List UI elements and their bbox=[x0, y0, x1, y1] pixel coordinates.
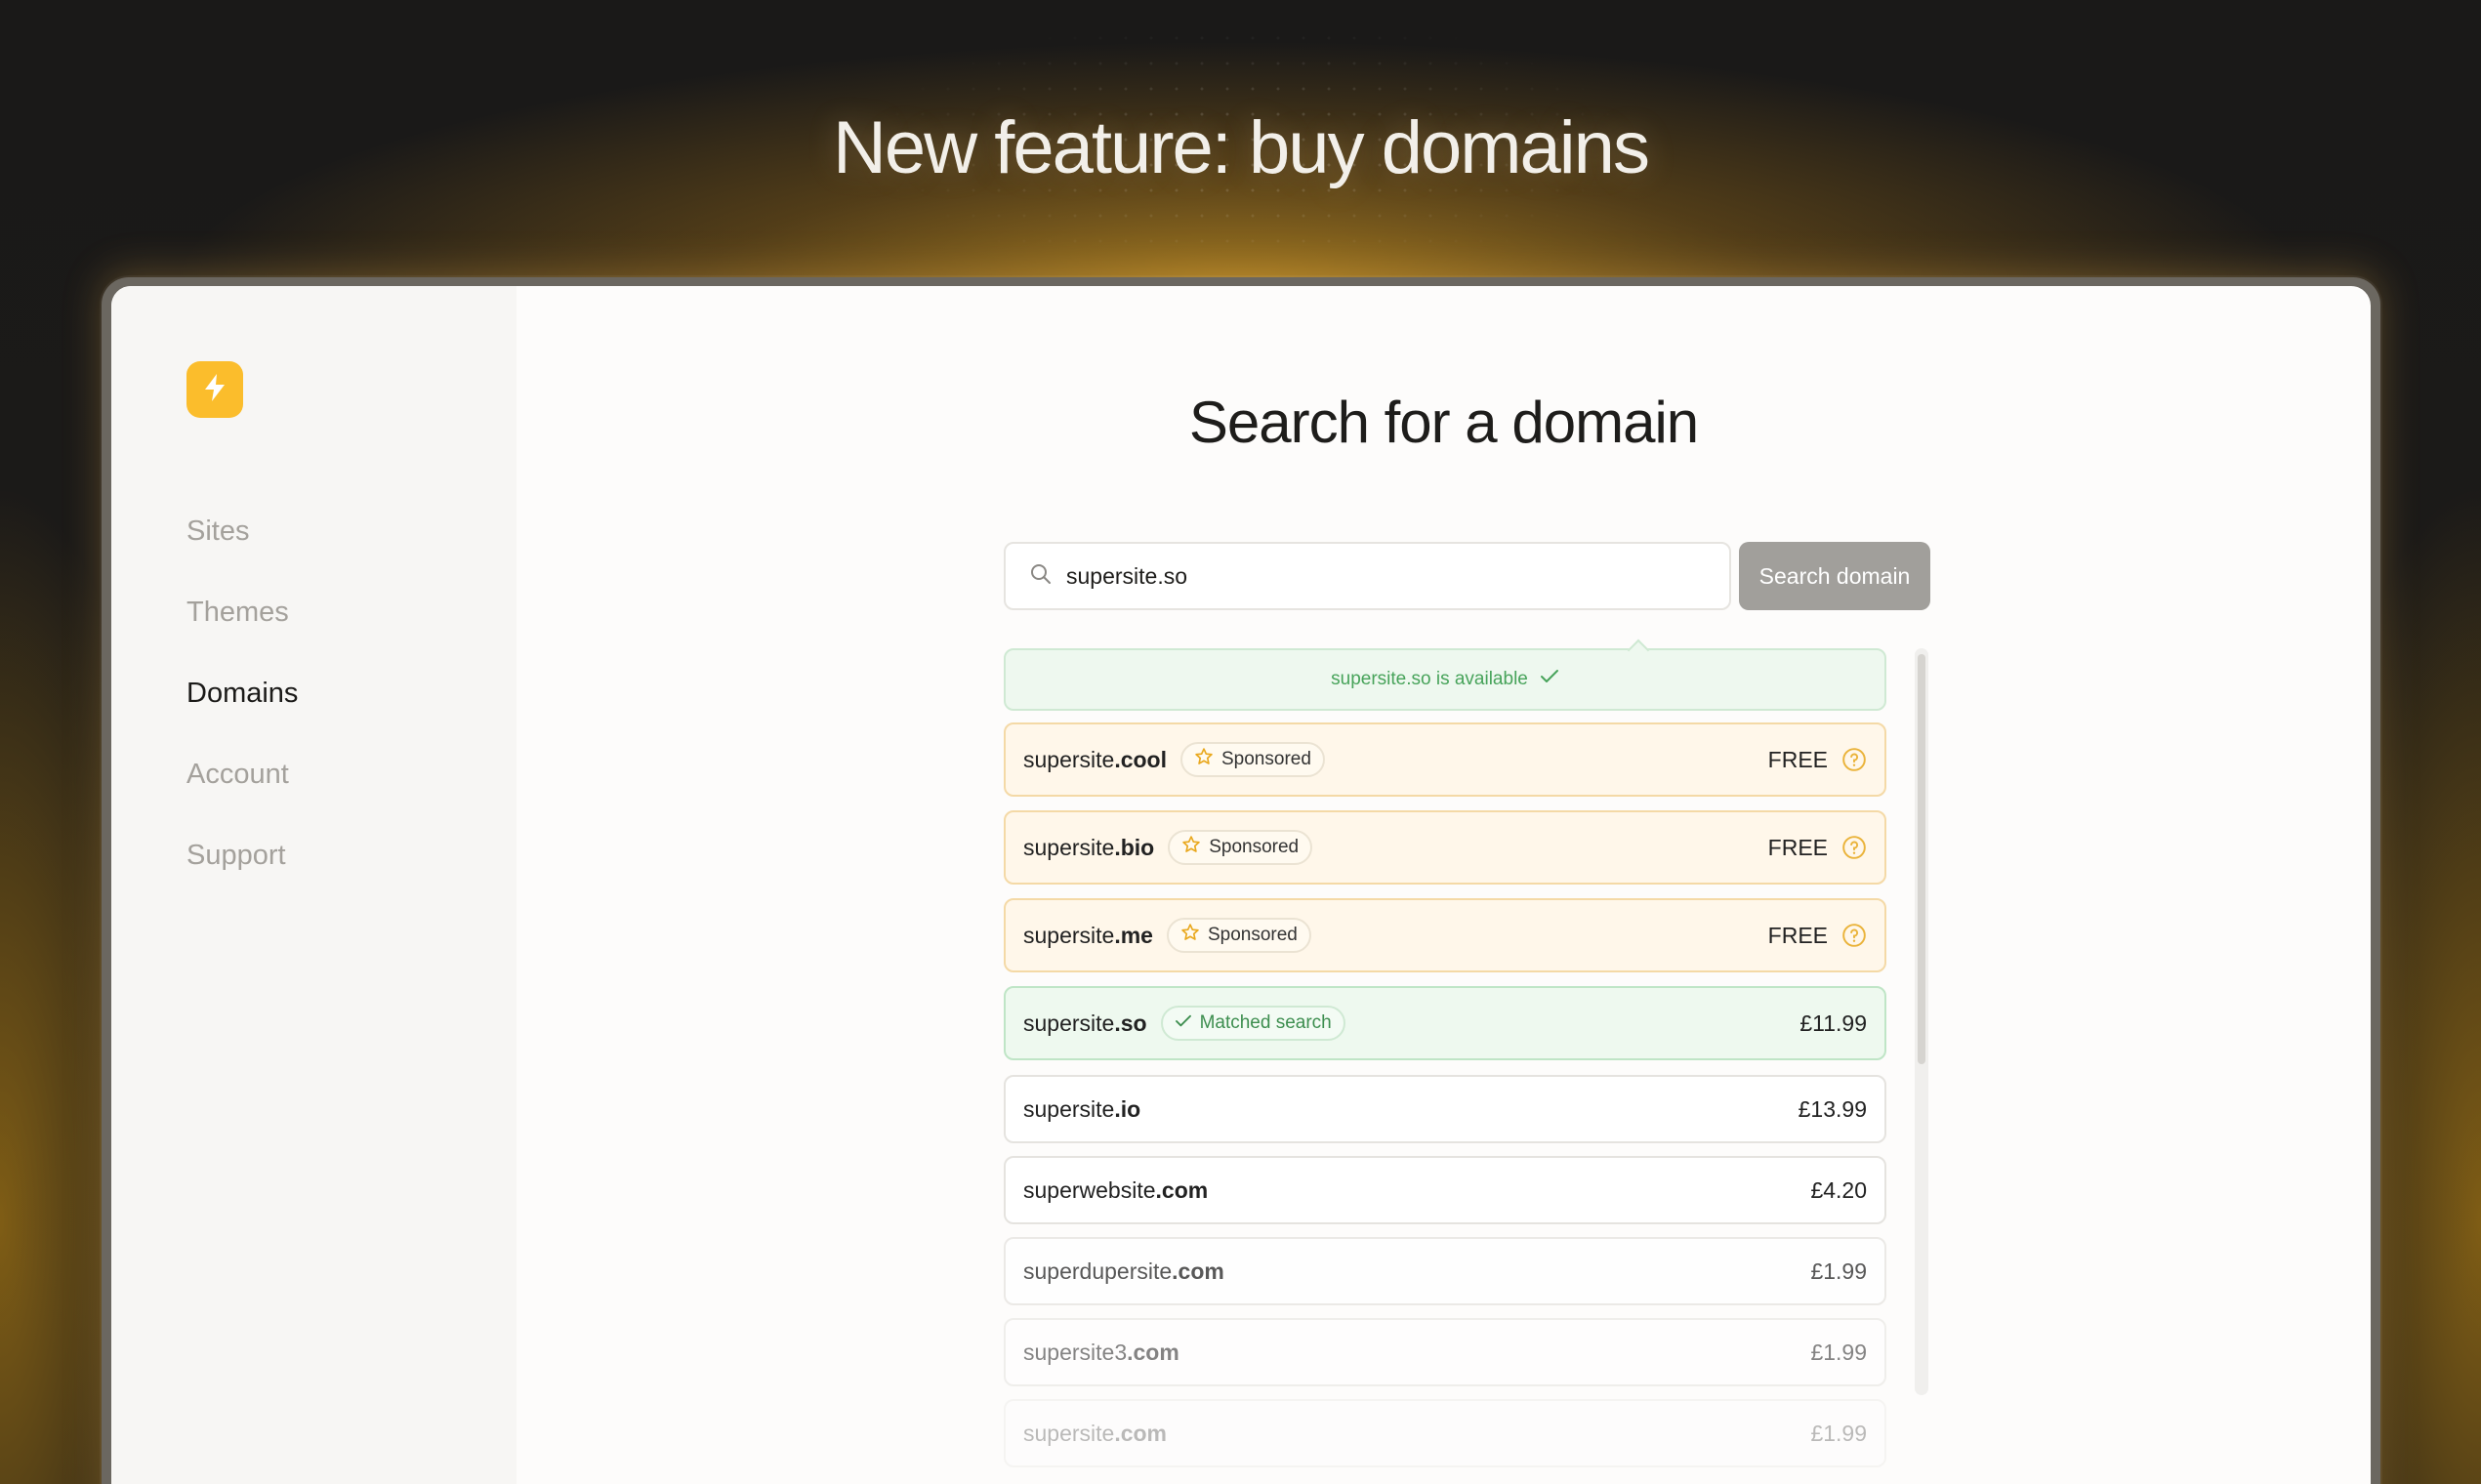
page-title: Search for a domain bbox=[1188, 390, 1699, 455]
domain-name: supersite.bio bbox=[1023, 834, 1155, 860]
domain-result-row[interactable]: supersite.io £13.99 bbox=[1004, 1075, 1886, 1143]
search-icon bbox=[1029, 562, 1053, 591]
domain-result-row[interactable]: supersite3.com £1.99 bbox=[1004, 1318, 1886, 1386]
domain-name: supersite.io bbox=[1023, 1095, 1141, 1122]
domain-result-row[interactable]: supersite.com £1.99 bbox=[1004, 1399, 1886, 1467]
app-logo[interactable] bbox=[186, 361, 243, 418]
sidebar-item-themes[interactable]: Themes bbox=[186, 597, 289, 629]
sidebar-item-support[interactable]: Support bbox=[186, 840, 286, 872]
star-icon bbox=[1181, 835, 1201, 860]
domain-result-row[interactable]: superwebsite.com £4.20 bbox=[1004, 1156, 1886, 1224]
availability-banner: supersite.so is available bbox=[1004, 648, 1886, 711]
page-headline: New feature: buy domains bbox=[833, 106, 1650, 189]
availability-text: supersite.so is available bbox=[1331, 669, 1528, 689]
domain-name: supersite.so bbox=[1023, 1010, 1147, 1036]
sidebar-item-domains[interactable]: Domains bbox=[186, 678, 298, 710]
domain-price: FREE bbox=[1767, 922, 1828, 948]
domain-price: FREE bbox=[1767, 746, 1828, 772]
domain-name: supersite3.com bbox=[1023, 1339, 1179, 1365]
domain-price: £13.99 bbox=[1798, 1095, 1867, 1122]
check-icon bbox=[1540, 669, 1559, 690]
results-scrollbar[interactable] bbox=[1915, 648, 1928, 1395]
domain-name: supersite.me bbox=[1023, 922, 1153, 948]
domain-search-input[interactable] bbox=[1066, 562, 1652, 590]
domain-name: supersite.cool bbox=[1023, 746, 1167, 772]
help-circle-icon[interactable] bbox=[1841, 835, 1867, 860]
domain-result-row[interactable]: supersite.me Sponsored FREE bbox=[1004, 898, 1886, 972]
domain-price: £4.20 bbox=[1810, 1176, 1867, 1203]
scrollbar-thumb[interactable] bbox=[1918, 654, 1925, 1064]
check-icon bbox=[1175, 1012, 1192, 1034]
domain-result-row[interactable]: supersite.cool Sponsored FREE bbox=[1004, 722, 1886, 797]
sponsored-badge: Sponsored bbox=[1168, 830, 1313, 865]
domain-result-row[interactable]: supersite.so Matched search £11.99 bbox=[1004, 986, 1886, 1060]
star-icon bbox=[1194, 747, 1214, 772]
lightning-icon bbox=[202, 373, 227, 407]
sponsored-badge: Sponsored bbox=[1180, 742, 1325, 777]
domain-price: £11.99 bbox=[1799, 1010, 1867, 1036]
domain-price: FREE bbox=[1767, 834, 1828, 860]
domain-name: supersite.com bbox=[1023, 1420, 1168, 1446]
search-box[interactable] bbox=[1004, 542, 1731, 610]
domain-result-row[interactable]: superdupersite.com £1.99 bbox=[1004, 1237, 1886, 1305]
matched-search-badge: Matched search bbox=[1160, 1006, 1345, 1041]
sidebar-item-account[interactable]: Account bbox=[186, 759, 289, 791]
domain-price: £1.99 bbox=[1810, 1257, 1867, 1284]
domain-name: superwebsite.com bbox=[1023, 1176, 1209, 1203]
sidebar: Sites Themes Domains Account Support bbox=[111, 286, 517, 1484]
domain-price: £1.99 bbox=[1810, 1420, 1867, 1446]
app-window: Sites Themes Domains Account Support Sea… bbox=[111, 286, 2371, 1484]
search-domain-button[interactable]: Search domain bbox=[1739, 542, 1930, 610]
domain-name: superdupersite.com bbox=[1023, 1257, 1224, 1284]
sidebar-item-sites[interactable]: Sites bbox=[186, 515, 249, 548]
help-circle-icon[interactable] bbox=[1841, 747, 1867, 772]
domain-price: £1.99 bbox=[1810, 1339, 1867, 1365]
help-circle-icon[interactable] bbox=[1841, 923, 1867, 948]
domain-result-row[interactable]: supersite.bio Sponsored FREE bbox=[1004, 810, 1886, 885]
sponsored-badge: Sponsored bbox=[1166, 918, 1311, 953]
star-icon bbox=[1180, 923, 1200, 948]
